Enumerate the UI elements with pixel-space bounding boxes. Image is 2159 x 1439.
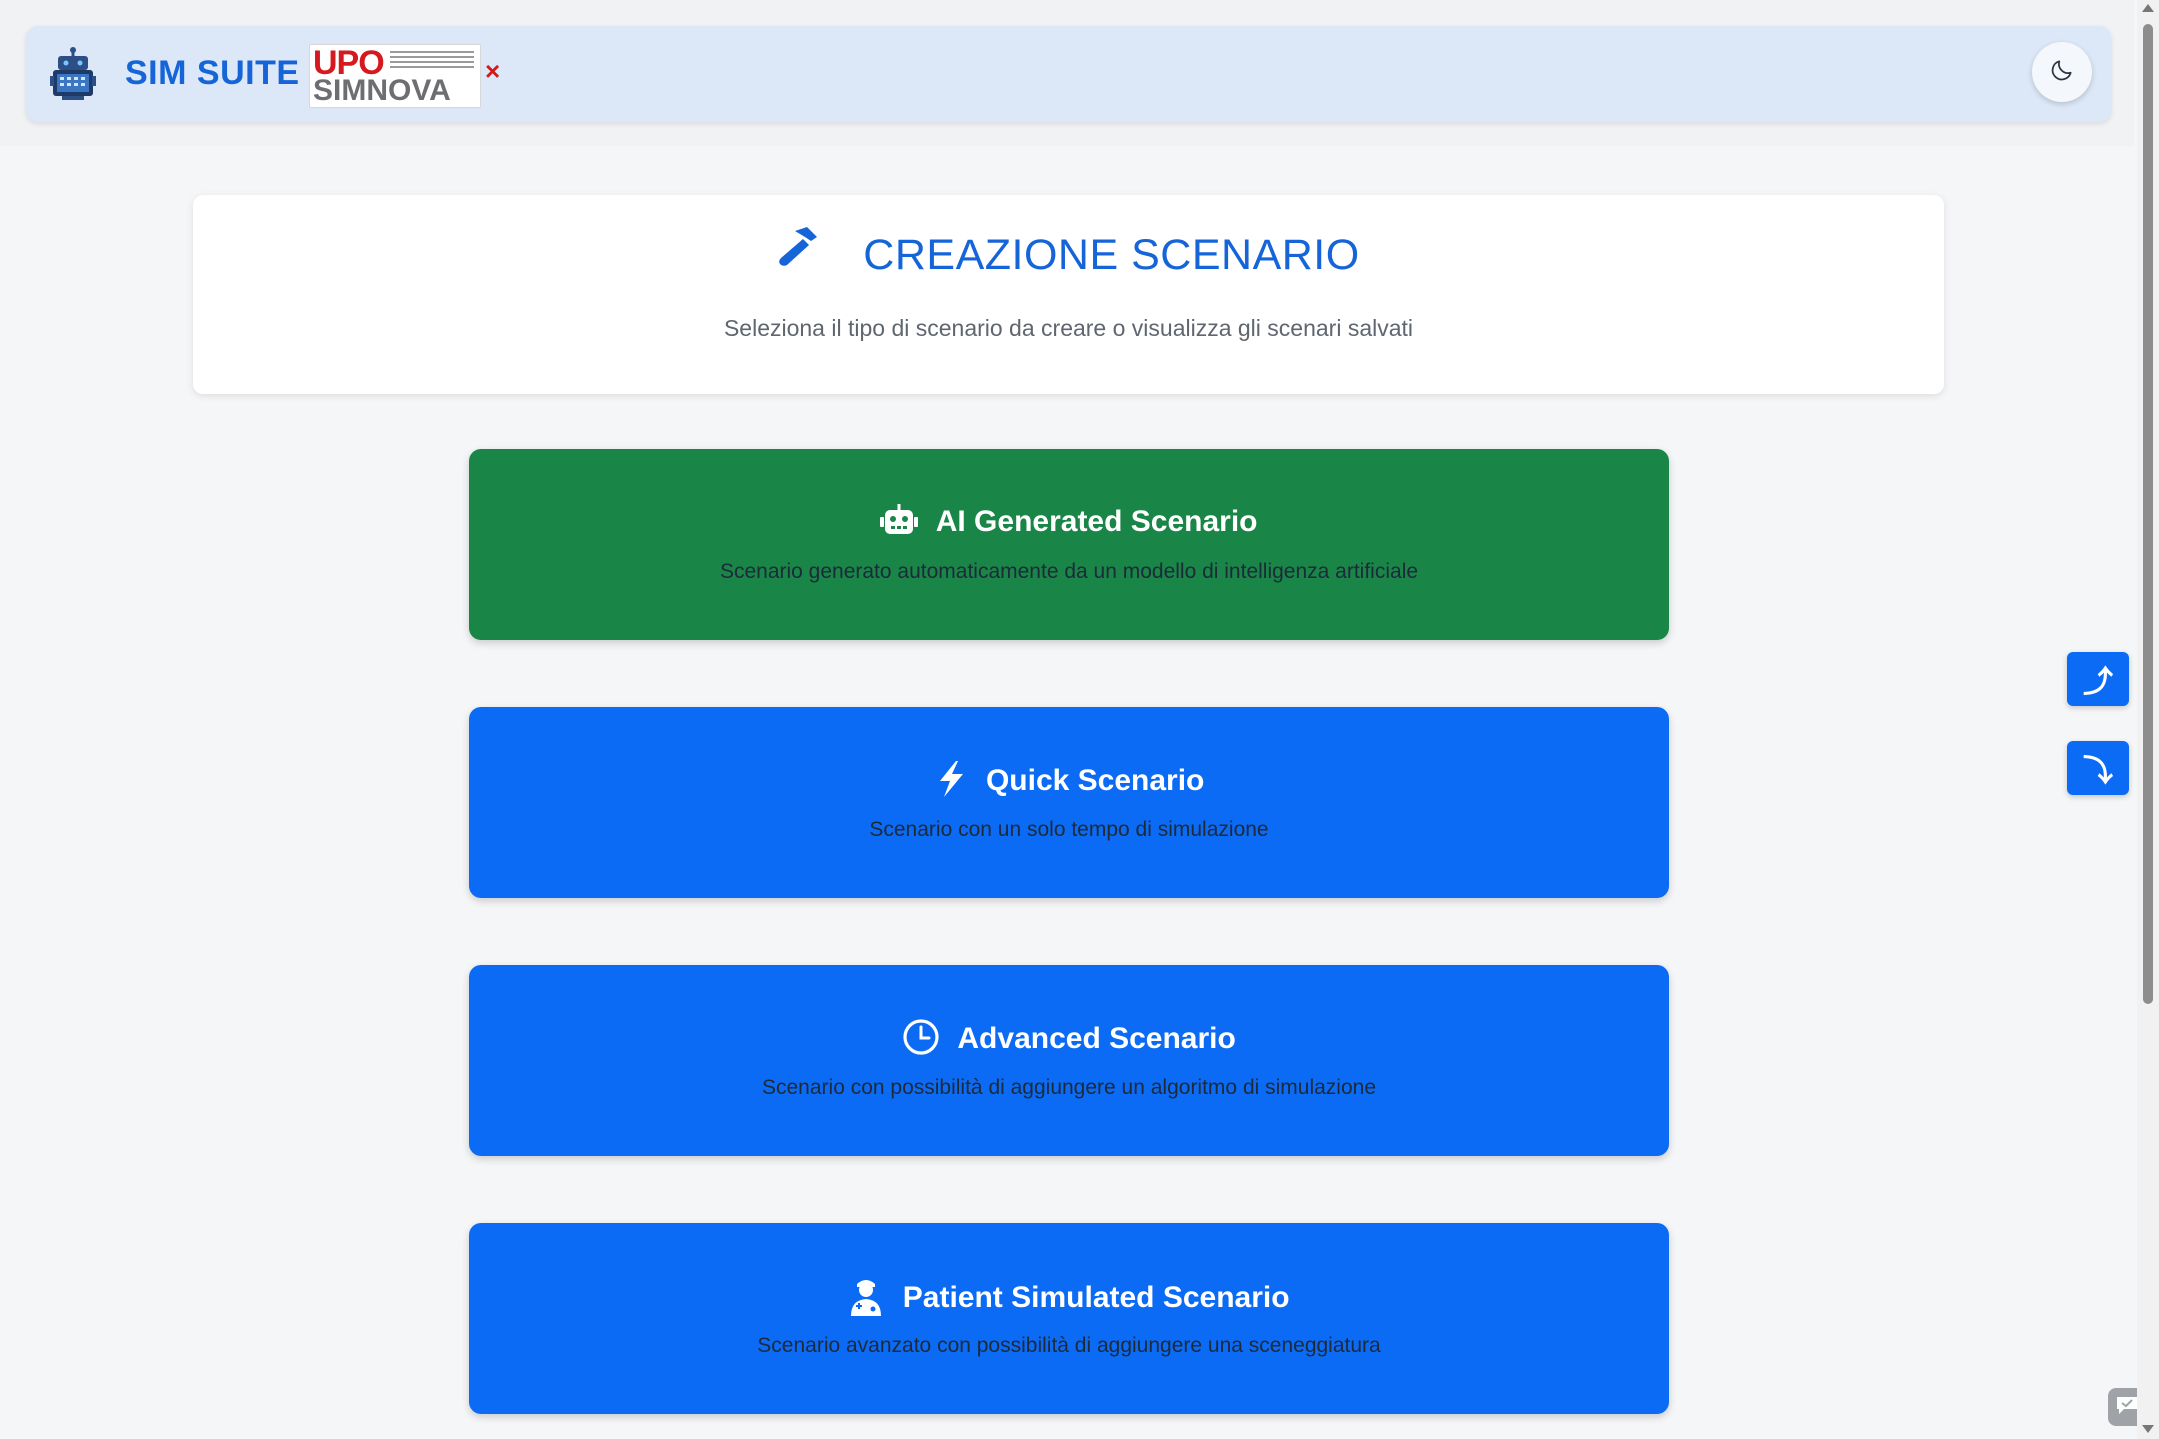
- scrollbar-up-arrow-icon[interactable]: [2142, 4, 2154, 12]
- page-subtitle: Seleziona il tipo di scenario da creare …: [723, 315, 1414, 341]
- page-title-row: CREAZIONE SCENARIO: [193, 227, 1944, 284]
- scenario-description: Scenario generato automaticamente da un …: [719, 560, 1419, 583]
- brand-title[interactable]: SIM SUITE: [125, 54, 300, 93]
- navbar: SIM SUITE UPO SIMNOVA ×: [26, 26, 2111, 122]
- quick-scenario-button[interactable]: Quick Scenario Scenario con un solo temp…: [469, 707, 1669, 898]
- page-title: CREAZIONE SCENARIO: [863, 231, 1360, 279]
- navbar-wrapper: SIM SUITE UPO SIMNOVA ×: [0, 0, 2134, 146]
- robot-icon: [880, 504, 935, 538]
- scenario-description: Scenario con possibilità di aggiungere u…: [761, 1076, 1377, 1099]
- scenario-title: AI Generated Scenario: [935, 505, 1258, 538]
- scenario-title-row: Quick Scenario: [469, 761, 1669, 801]
- arrow-down-icon: ⤵: [2083, 755, 2113, 788]
- arrow-up-icon: ⤴: [2083, 666, 2113, 699]
- scroll-down-button[interactable]: ⤵: [2067, 741, 2129, 795]
- theme-toggle-button[interactable]: [2032, 42, 2092, 102]
- scenario-title: Quick Scenario: [985, 763, 1205, 797]
- patient-simulated-scenario-button[interactable]: Patient Simulated Scenario Scenario avan…: [469, 1223, 1669, 1414]
- page-scrollbar[interactable]: [2137, 0, 2159, 1439]
- scrollbar-thumb[interactable]: [2143, 24, 2153, 1004]
- lightning-icon: [934, 761, 986, 797]
- hammer-icon: [777, 225, 823, 278]
- scenario-title: Advanced Scenario: [957, 1021, 1236, 1055]
- logo-fine-print: [390, 51, 474, 71]
- robot-monitor-icon[interactable]: [48, 46, 98, 102]
- scrollbar-down-arrow-icon[interactable]: [2142, 1425, 2154, 1433]
- page-header-card: CREAZIONE SCENARIO Seleziona il tipo di …: [193, 195, 1944, 394]
- scenario-title-row: AI Generated Scenario: [469, 504, 1669, 540]
- scenario-title: Patient Simulated Scenario: [902, 1280, 1290, 1314]
- patient-icon: [848, 1280, 902, 1316]
- chat-check-icon: [2115, 1394, 2139, 1421]
- clock-icon: [902, 1019, 957, 1055]
- close-icon[interactable]: ×: [485, 56, 500, 87]
- scenario-title-row: Advanced Scenario: [469, 1019, 1669, 1059]
- moon-icon: [2049, 57, 2075, 88]
- upo-simnova-logo: UPO SIMNOVA: [309, 44, 481, 108]
- scenario-description: Scenario con un solo tempo di simulazion…: [869, 818, 1269, 841]
- advanced-scenario-button[interactable]: Advanced Scenario Scenario con possibili…: [469, 965, 1669, 1156]
- ai-generated-scenario-button[interactable]: AI Generated Scenario Scenario generato …: [469, 449, 1669, 640]
- logo-simnova-text: SIMNOVA: [313, 74, 451, 107]
- scroll-up-button[interactable]: ⤴: [2067, 652, 2129, 706]
- scenario-description: Scenario avanzato con possibilità di agg…: [757, 1334, 1381, 1357]
- scenario-title-row: Patient Simulated Scenario: [469, 1279, 1669, 1319]
